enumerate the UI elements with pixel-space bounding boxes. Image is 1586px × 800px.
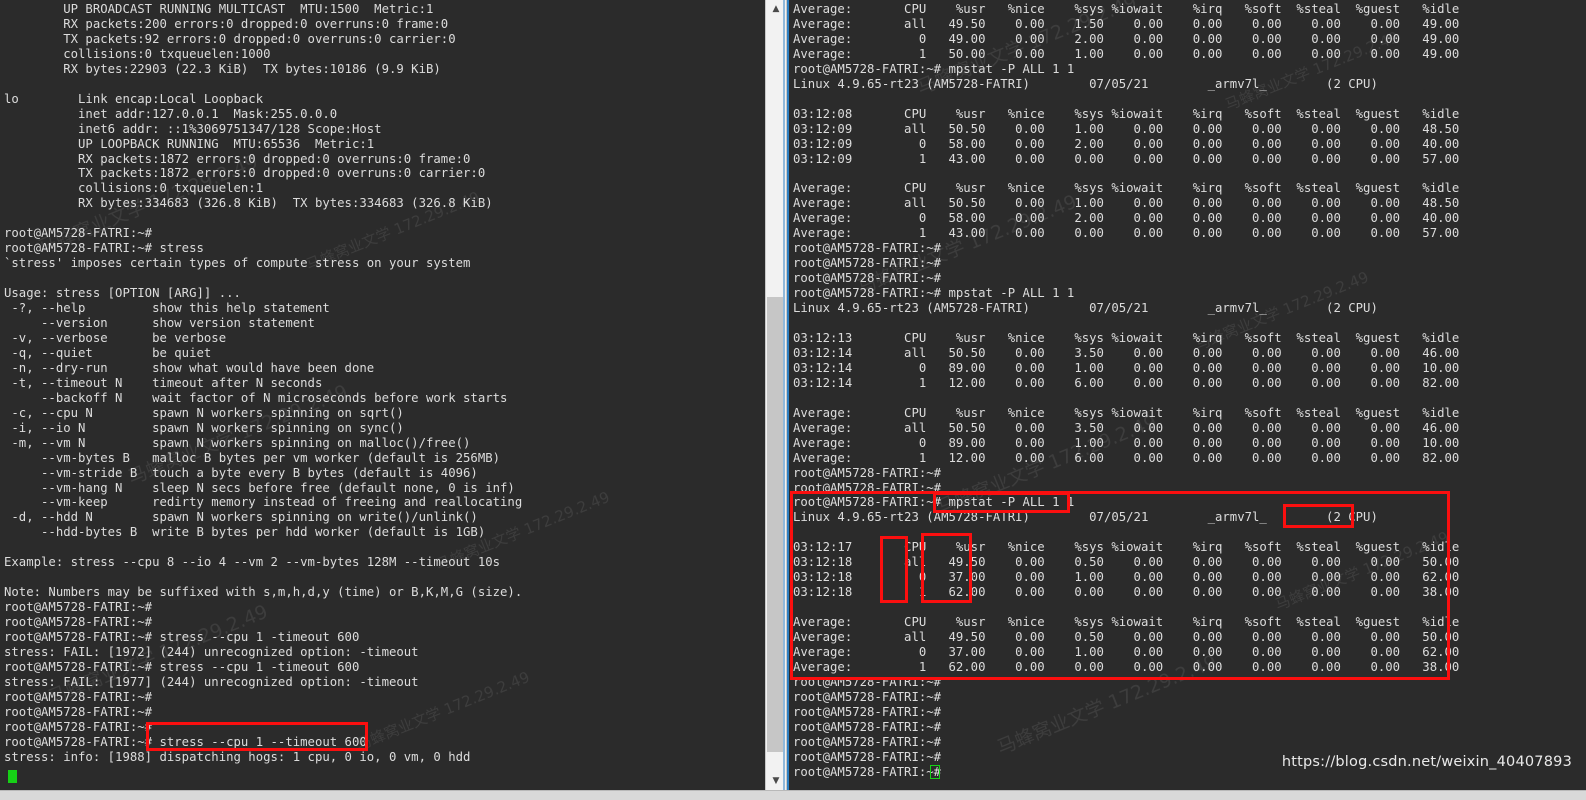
- right-terminal[interactable]: Average: CPU %usr %nice %sys %iowait %ir…: [789, 0, 1586, 790]
- right-terminal-cursor-wrap: [930, 762, 940, 781]
- left-terminal-text: UP BROADCAST RUNNING MULTICAST MTU:1500 …: [4, 2, 523, 764]
- screen-root: UP BROADCAST RUNNING MULTICAST MTU:1500 …: [0, 0, 1586, 800]
- left-terminal-cursor-wrap: [8, 766, 765, 785]
- left-terminal[interactable]: UP BROADCAST RUNNING MULTICAST MTU:1500 …: [0, 0, 765, 790]
- panel-divider-light: [783, 0, 785, 790]
- blog-url-label: https://blog.csdn.net/weixin_40407893: [1281, 754, 1572, 770]
- right-terminal-cursor: [930, 765, 940, 779]
- left-terminal-cursor: [8, 769, 17, 783]
